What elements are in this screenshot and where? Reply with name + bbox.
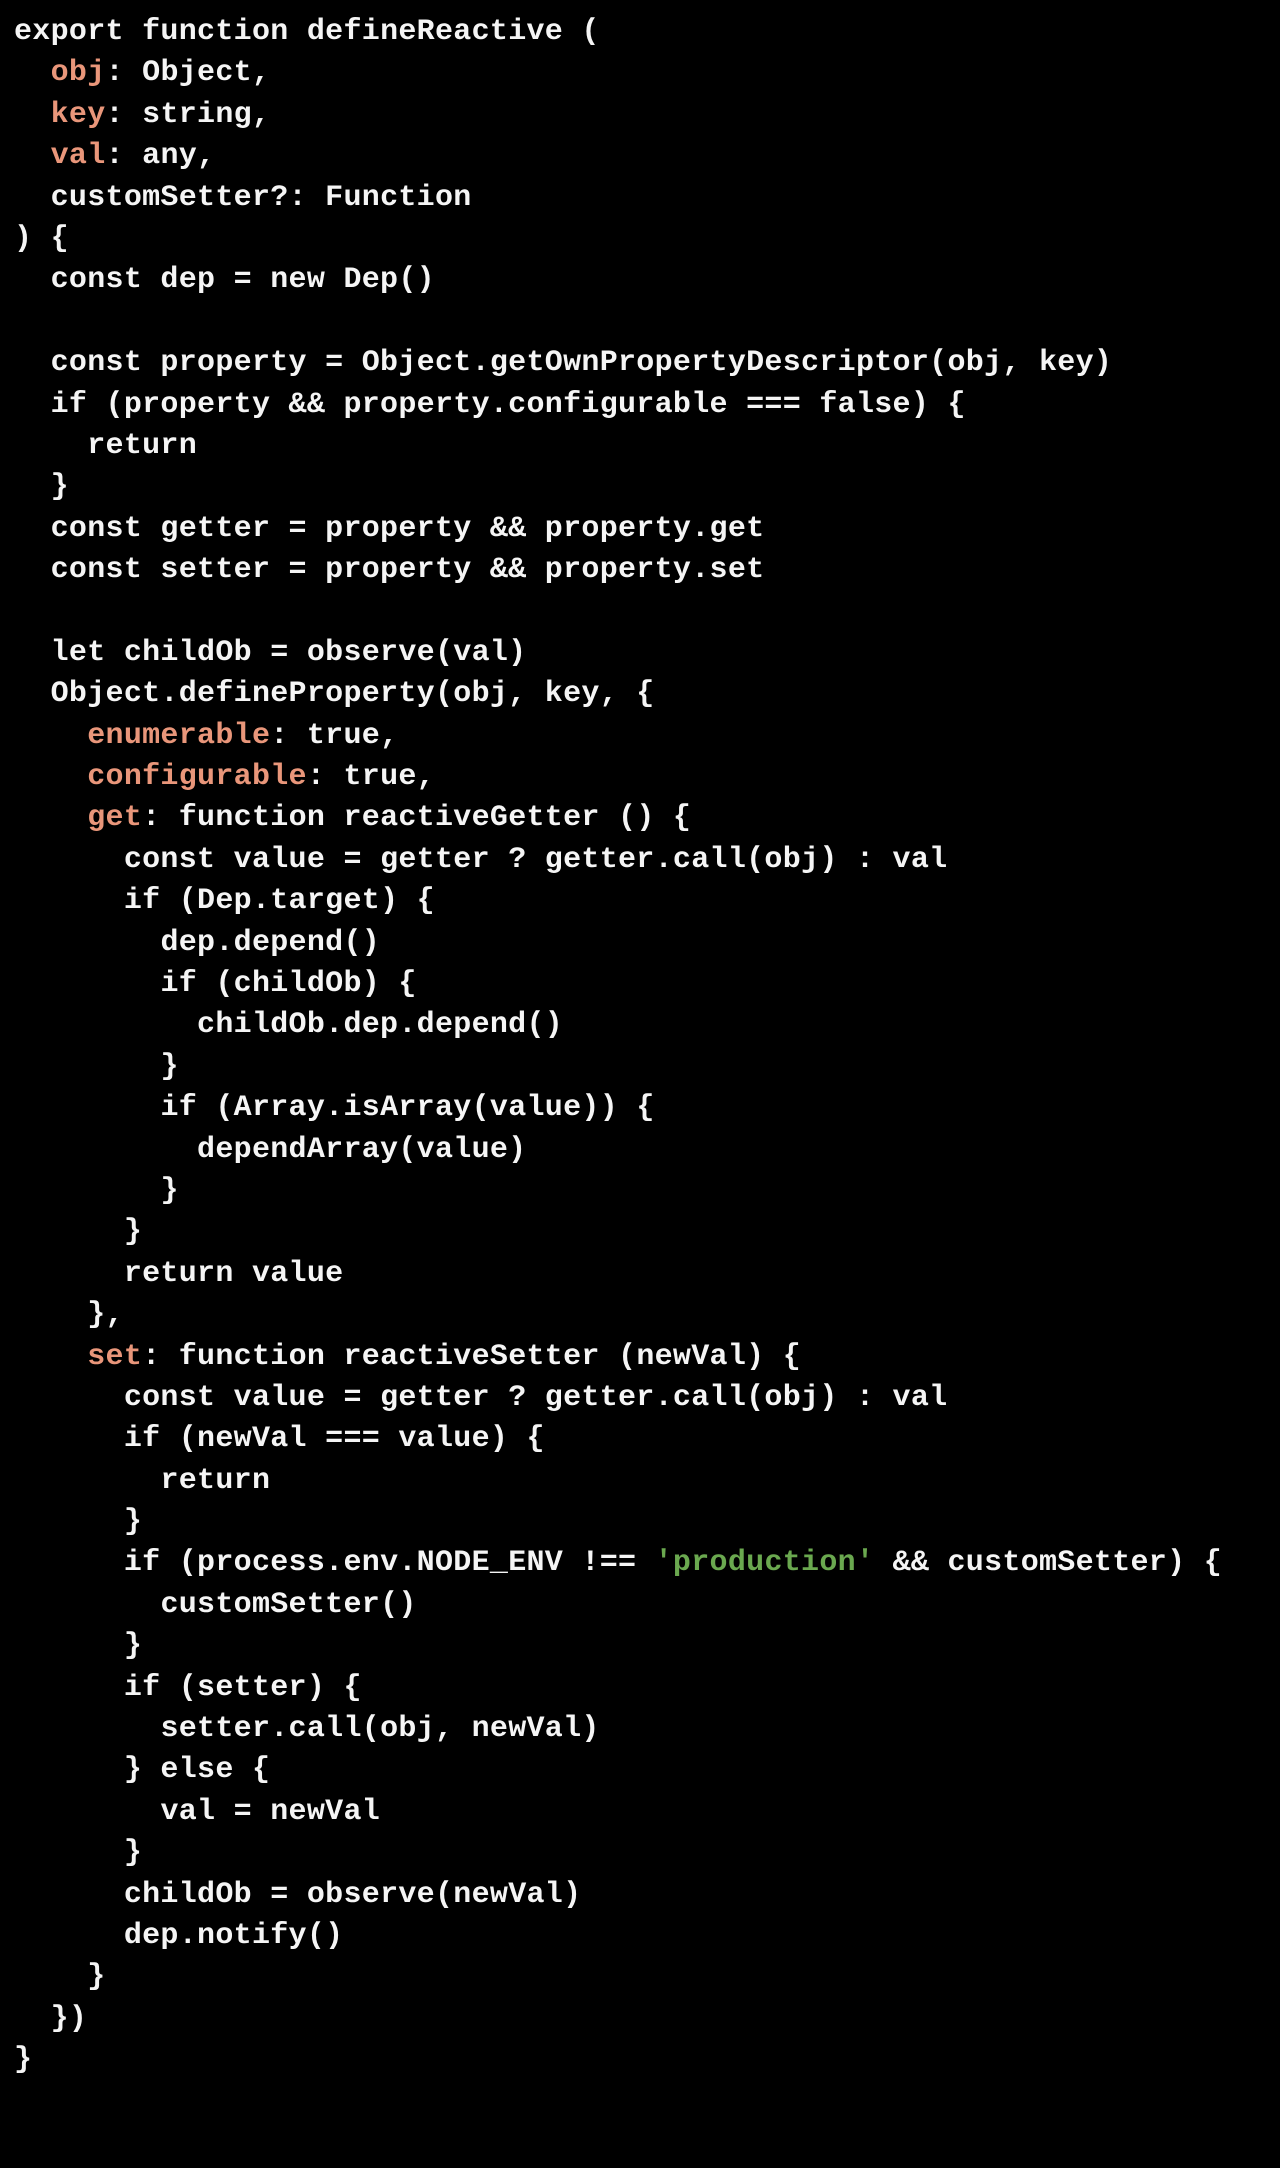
code-line: enumerable: true, xyxy=(14,719,398,753)
code-line: val: any, xyxy=(14,139,215,173)
code-line: customSetter() xyxy=(14,1588,417,1622)
string-production: 'production' xyxy=(655,1546,875,1580)
code-line: if (process.env.NODE_ENV !== 'production… xyxy=(14,1546,1222,1580)
code-line: configurable: true, xyxy=(14,760,435,794)
code-line: const getter = property && property.get xyxy=(14,512,764,546)
code-line: return xyxy=(14,1464,270,1498)
code-line: const dep = new Dep() xyxy=(14,263,435,297)
code-line: const setter = property && property.set xyxy=(14,553,764,587)
code-line: } xyxy=(14,470,69,504)
code-line: childOb.dep.depend() xyxy=(14,1008,563,1042)
prop-set: set xyxy=(87,1340,142,1374)
code-line: val = newVal xyxy=(14,1795,380,1829)
code-line: export function defineReactive ( xyxy=(14,15,600,49)
code-line: } xyxy=(14,1960,106,1994)
code-line: let childOb = observe(val) xyxy=(14,636,527,670)
code-line: dependArray(value) xyxy=(14,1133,526,1167)
code-line: get: function reactiveGetter () { xyxy=(14,801,691,835)
code-line: }) xyxy=(14,2002,87,2036)
code-line: } xyxy=(14,1215,142,1249)
code-line: key: string, xyxy=(14,98,270,132)
param-key: key xyxy=(51,98,106,132)
code-line: } xyxy=(14,1050,179,1084)
code-line: return xyxy=(14,429,197,463)
code-line: const value = getter ? getter.call(obj) … xyxy=(14,843,947,877)
code-line: Object.defineProperty(obj, key, { xyxy=(14,677,655,711)
code-line: } xyxy=(14,2043,32,2077)
code-line: dep.depend() xyxy=(14,926,380,960)
code-line: } xyxy=(14,1505,142,1539)
code-line: if (newVal === value) { xyxy=(14,1422,545,1456)
code-line: obj: Object, xyxy=(14,56,270,90)
code-line: childOb = observe(newVal) xyxy=(14,1878,581,1912)
code-line: const property = Object.getOwnPropertyDe… xyxy=(14,346,1112,380)
prop-configurable: configurable xyxy=(87,760,307,794)
code-line: } xyxy=(14,1836,142,1870)
code-line: const value = getter ? getter.call(obj) … xyxy=(14,1381,947,1415)
prop-get: get xyxy=(87,801,142,835)
code-line: } else { xyxy=(14,1753,270,1787)
code-line: if (Array.isArray(value)) { xyxy=(14,1091,655,1125)
code-line: dep.notify() xyxy=(14,1919,343,1953)
code-line: return value xyxy=(14,1257,343,1291)
code-line: } xyxy=(14,1174,179,1208)
code-line: if (Dep.target) { xyxy=(14,884,435,918)
code-line: }, xyxy=(14,1298,124,1332)
code-line: if (childOb) { xyxy=(14,967,417,1001)
code-line: set: function reactiveSetter (newVal) { xyxy=(14,1340,801,1374)
code-line: } xyxy=(14,1629,142,1663)
code-block: export function defineReactive ( obj: Ob… xyxy=(0,0,1280,2094)
code-line: setter.call(obj, newVal) xyxy=(14,1712,600,1746)
param-val: val xyxy=(51,139,106,173)
code-line: customSetter?: Function xyxy=(14,181,472,215)
code-line: ) { xyxy=(14,222,69,256)
param-obj: obj xyxy=(51,56,106,90)
prop-enumerable: enumerable xyxy=(87,719,270,753)
code-line: if (setter) { xyxy=(14,1671,362,1705)
code-line: if (property && property.configurable ==… xyxy=(14,388,966,422)
